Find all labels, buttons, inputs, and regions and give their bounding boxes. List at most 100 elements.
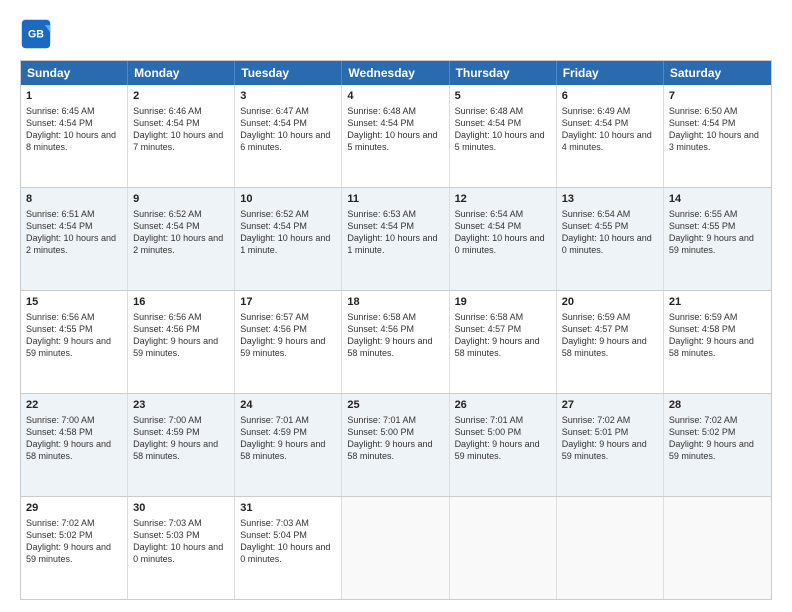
day-number: 30 [133,501,229,516]
day-number: 16 [133,295,229,310]
sunrise-text: Sunrise: 6:58 AM [347,312,416,322]
calendar-cell: 22Sunrise: 7:00 AMSunset: 4:58 PMDayligh… [21,394,128,496]
day-number: 18 [347,295,443,310]
calendar-cell [664,497,771,599]
sunrise-text: Sunrise: 6:52 AM [133,209,202,219]
calendar-cell: 15Sunrise: 6:56 AMSunset: 4:55 PMDayligh… [21,291,128,393]
day-number: 3 [240,89,336,104]
calendar-cell: 1Sunrise: 6:45 AMSunset: 4:54 PMDaylight… [21,85,128,187]
calendar-cell: 8Sunrise: 6:51 AMSunset: 4:54 PMDaylight… [21,188,128,290]
daylight-text: Daylight: 10 hours and 0 minutes. [133,542,223,564]
sunset-text: Sunset: 4:54 PM [455,118,522,128]
calendar-cell: 27Sunrise: 7:02 AMSunset: 5:01 PMDayligh… [557,394,664,496]
sunset-text: Sunset: 4:54 PM [240,118,307,128]
daylight-text: Daylight: 10 hours and 2 minutes. [133,233,223,255]
sunrise-text: Sunrise: 7:02 AM [562,415,631,425]
sunrise-text: Sunrise: 7:03 AM [133,518,202,528]
day-number: 9 [133,192,229,207]
sunrise-text: Sunrise: 7:00 AM [26,415,95,425]
sunrise-text: Sunrise: 6:49 AM [562,106,631,116]
sunrise-text: Sunrise: 7:01 AM [455,415,524,425]
daylight-text: Daylight: 9 hours and 59 minutes. [669,439,754,461]
calendar-cell: 16Sunrise: 6:56 AMSunset: 4:56 PMDayligh… [128,291,235,393]
calendar-cell: 31Sunrise: 7:03 AMSunset: 5:04 PMDayligh… [235,497,342,599]
sunrise-text: Sunrise: 6:57 AM [240,312,309,322]
daylight-text: Daylight: 9 hours and 59 minutes. [26,336,111,358]
calendar-cell: 30Sunrise: 7:03 AMSunset: 5:03 PMDayligh… [128,497,235,599]
sunset-text: Sunset: 4:57 PM [455,324,522,334]
calendar-row: 8Sunrise: 6:51 AMSunset: 4:54 PMDaylight… [21,188,771,291]
daylight-text: Daylight: 9 hours and 58 minutes. [562,336,647,358]
calendar-cell: 18Sunrise: 6:58 AMSunset: 4:56 PMDayligh… [342,291,449,393]
daylight-text: Daylight: 9 hours and 58 minutes. [347,439,432,461]
day-number: 4 [347,89,443,104]
day-number: 5 [455,89,551,104]
sunrise-text: Sunrise: 6:54 AM [562,209,631,219]
sunset-text: Sunset: 4:55 PM [669,221,736,231]
sunrise-text: Sunrise: 6:45 AM [26,106,95,116]
day-number: 13 [562,192,658,207]
day-number: 23 [133,398,229,413]
logo-icon: GB [20,18,52,50]
sunset-text: Sunset: 4:59 PM [240,427,307,437]
sunrise-text: Sunrise: 7:01 AM [347,415,416,425]
sunrise-text: Sunrise: 6:56 AM [133,312,202,322]
day-number: 8 [26,192,122,207]
calendar-row: 1 Sunrise: 6:45 AM Sunset: 4:54 PM Daylight… [21,85,771,188]
sunrise-text: Sunrise: 6:48 AM [347,106,416,116]
day-number: 25 [347,398,443,413]
calendar-cell: 6Sunrise: 6:49 AMSunset: 4:54 PMDaylight… [557,85,664,187]
calendar-day-header: Friday [557,61,664,85]
daylight-text: Daylight: 10 hours and 8 minutes. [26,130,116,152]
sunrise-text: Sunrise: 6:48 AM [455,106,524,116]
calendar-cell [342,497,449,599]
sunset-text: Sunset: 5:00 PM [347,427,414,437]
daylight-text: Daylight: 10 hours and 7 minutes. [133,130,223,152]
daylight-text: Daylight: 9 hours and 58 minutes. [240,439,325,461]
day-number: 28 [669,398,766,413]
daylight-text: Daylight: 9 hours and 59 minutes. [26,542,111,564]
sunset-text: Sunset: 5:02 PM [669,427,736,437]
calendar-day-header: Wednesday [342,61,449,85]
day-number: 22 [26,398,122,413]
calendar-cell: 29Sunrise: 7:02 AMSunset: 5:02 PMDayligh… [21,497,128,599]
daylight-text: Daylight: 9 hours and 58 minutes. [455,336,540,358]
calendar-cell: 11Sunrise: 6:53 AMSunset: 4:54 PMDayligh… [342,188,449,290]
daylight-text: Daylight: 10 hours and 3 minutes. [669,130,759,152]
day-number: 20 [562,295,658,310]
sunset-text: Sunset: 4:54 PM [669,118,736,128]
sunrise-text: Sunrise: 6:47 AM [240,106,309,116]
daylight-text: Daylight: 9 hours and 58 minutes. [669,336,754,358]
logo: GB [20,18,58,50]
svg-text:GB: GB [28,29,44,41]
daylight-text: Daylight: 9 hours and 59 minutes. [455,439,540,461]
day-number: 12 [455,192,551,207]
sunset-text: Sunset: 5:02 PM [26,530,93,540]
daylight-text: Daylight: 10 hours and 5 minutes. [455,130,545,152]
sunset-text: Sunset: 4:54 PM [562,118,629,128]
sunrise-text: Sunrise: 6:59 AM [562,312,631,322]
sunset-text: Sunset: 5:00 PM [455,427,522,437]
sunrise-text: Sunrise: 6:53 AM [347,209,416,219]
page: GB SundayMondayTuesdayWednesdayThursdayF… [0,0,792,612]
daylight-text: Daylight: 10 hours and 1 minute. [347,233,437,255]
calendar-cell: 14Sunrise: 6:55 AMSunset: 4:55 PMDayligh… [664,188,771,290]
daylight-text: Daylight: 10 hours and 0 minutes. [455,233,545,255]
sunset-text: Sunset: 4:56 PM [240,324,307,334]
daylight-text: Daylight: 9 hours and 59 minutes. [133,336,218,358]
calendar-cell: 20Sunrise: 6:59 AMSunset: 4:57 PMDayligh… [557,291,664,393]
day-number: 10 [240,192,336,207]
sunset-text: Sunset: 4:54 PM [455,221,522,231]
calendar: SundayMondayTuesdayWednesdayThursdayFrid… [20,60,772,600]
sunrise-text: Sunrise: 7:02 AM [26,518,95,528]
daylight-text: Daylight: 10 hours and 5 minutes. [347,130,437,152]
calendar-cell: 10Sunrise: 6:52 AMSunset: 4:54 PMDayligh… [235,188,342,290]
sunrise-text: Sunrise: 6:46 AM [133,106,202,116]
calendar-header: SundayMondayTuesdayWednesdayThursdayFrid… [21,61,771,85]
calendar-cell: 9Sunrise: 6:52 AMSunset: 4:54 PMDaylight… [128,188,235,290]
day-number: 1 [26,89,122,104]
sunrise-text: Sunrise: 7:01 AM [240,415,309,425]
day-number: 26 [455,398,551,413]
sunrise-text: Sunrise: 6:56 AM [26,312,95,322]
calendar-cell [557,497,664,599]
